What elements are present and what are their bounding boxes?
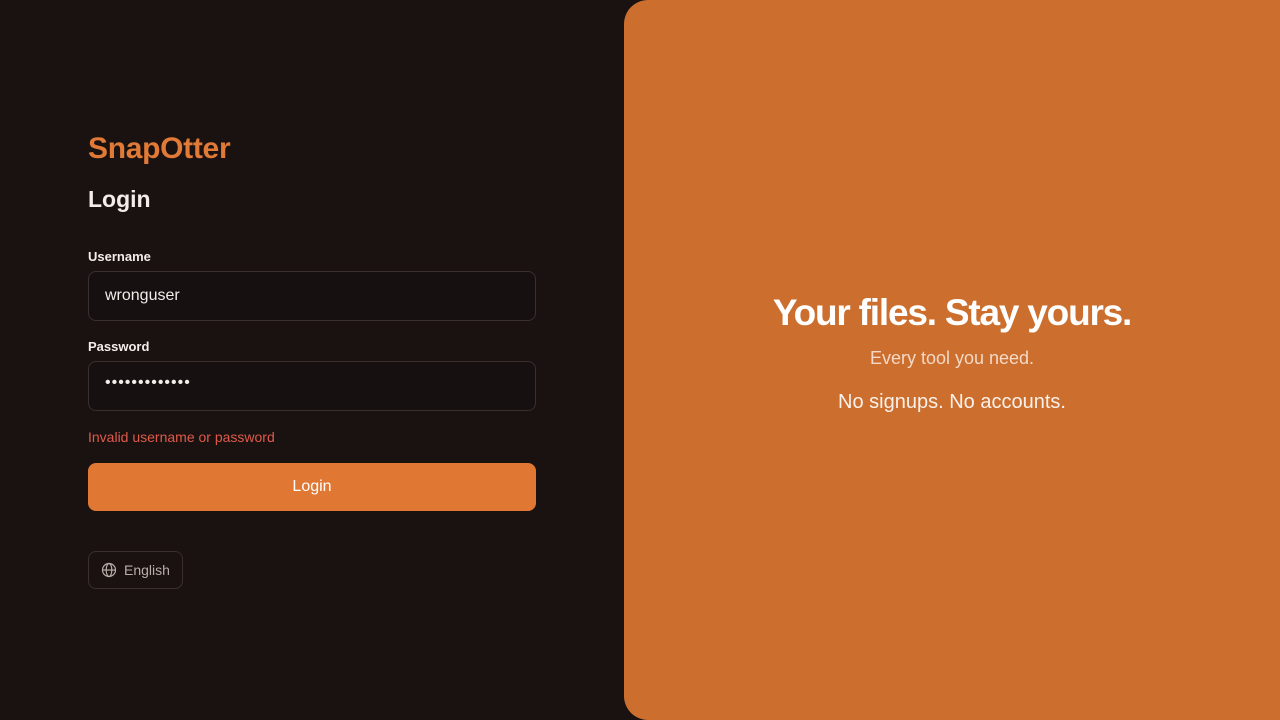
login-panel: SnapOtter Login Username wronguser Passw…: [0, 0, 624, 720]
password-label: Password: [88, 339, 150, 354]
password-field[interactable]: •••••••••••••: [88, 361, 536, 411]
username-label: Username: [88, 249, 151, 264]
hero-panel: Your files. Stay yours. Every tool you n…: [624, 0, 1280, 720]
username-field[interactable]: wronguser: [88, 271, 536, 321]
login-button[interactable]: Login: [88, 463, 536, 511]
globe-icon: [101, 562, 117, 578]
language-selector[interactable]: English: [88, 551, 183, 589]
hero-subtitle: Every tool you need.: [869, 348, 1035, 368]
login-page: SnapOtter Login Username wronguser Passw…: [0, 0, 1280, 720]
hero-title: Your files. Stay yours.: [772, 292, 1132, 333]
hero-content: Your files. Stay yours. Every tool you n…: [624, 292, 1280, 414]
page-title: Login: [88, 186, 151, 212]
brand-logo: SnapOtter: [88, 132, 231, 165]
password-value: •••••••••••••: [105, 374, 191, 391]
language-label: English: [124, 562, 170, 578]
username-value: wronguser: [105, 287, 180, 304]
error-message: Invalid username or password: [88, 429, 275, 445]
hero-note: No signups. No accounts.: [838, 391, 1066, 413]
